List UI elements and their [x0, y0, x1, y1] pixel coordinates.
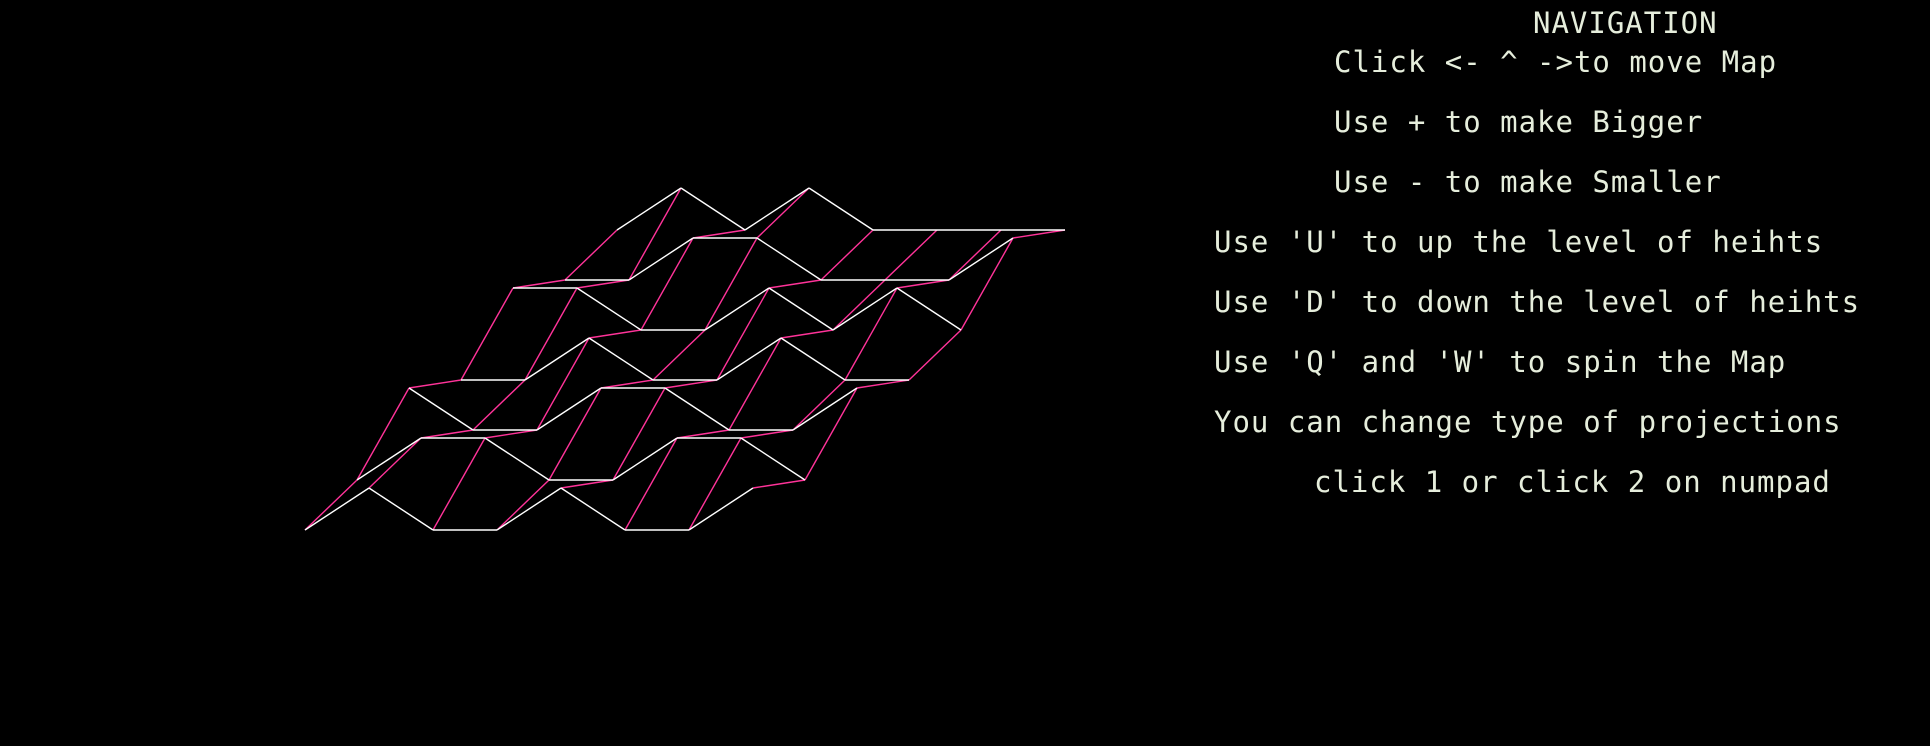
wireframe-row-edge: [756, 237, 822, 281]
wireframe-column-edge: [908, 329, 962, 381]
wireframe-column-edge: [780, 329, 834, 339]
wireframe-row-edge: [576, 287, 642, 331]
wireframe-column-edge: [420, 429, 474, 439]
wireframe-row-edge: [560, 487, 626, 531]
wireframe-row-edge: [832, 287, 898, 331]
help-move-map: Click <- ^ ->to move Map: [1334, 45, 1778, 79]
wireframe-column-edge: [884, 229, 938, 281]
map-viewport[interactable]: [0, 0, 1160, 746]
wireframe-row-edge: [740, 437, 806, 481]
wireframe-row-edge: [616, 187, 682, 231]
wireframe-row-edge: [688, 487, 754, 531]
wireframe-column-edge: [820, 229, 874, 281]
wireframe-column-edge: [460, 287, 514, 381]
wireframe-column-edge: [896, 279, 950, 289]
wireframe-row-edge: [792, 387, 858, 431]
wireframe-column-edge: [432, 437, 486, 531]
wireframe-column-edge: [728, 337, 782, 431]
wireframe-map: [304, 187, 1066, 531]
wireframe-column-edge: [600, 379, 654, 389]
wireframe-column-edge: [752, 479, 806, 489]
wireframe-row-edge: [664, 387, 730, 431]
wireframe-row-edge: [808, 187, 874, 231]
wireframe-column-edge: [564, 229, 618, 281]
wireframe-column-edge: [512, 279, 566, 289]
wireframe-row-edge: [368, 487, 434, 531]
wireframe-row-edge: [484, 437, 550, 481]
wireframe-column-edge: [524, 287, 578, 381]
wireframe-column-edge: [756, 187, 810, 239]
wireframe-column-edge: [548, 387, 602, 481]
wireframe-row-edge: [628, 237, 694, 281]
wireframe-column-edge: [768, 279, 822, 289]
wireframe-column-edge: [536, 337, 590, 431]
wireframe-row-edge: [780, 337, 846, 381]
navigation-title: NAVIGATION: [1533, 6, 1718, 40]
wireframe-column-edge: [640, 237, 694, 331]
wireframe-row-edge: [408, 387, 474, 431]
help-height-down: Use 'D' to down the level of heihts: [1214, 285, 1861, 319]
wireframe-column-edge: [804, 387, 858, 481]
help-numpad: click 1 or click 2 on numpad: [1314, 465, 1831, 499]
wireframe-column-edge: [856, 379, 910, 389]
wireframe-row-edge: [768, 287, 834, 331]
wireframe-column-edge: [628, 187, 682, 281]
wireframe-row-edge: [716, 337, 782, 381]
wireframe-column-edge: [960, 237, 1014, 331]
wireframe-column-edge: [560, 479, 614, 489]
wireframe-column-edge: [408, 379, 462, 389]
wireframe-row-edge: [612, 437, 678, 481]
wireframe-row-edge: [304, 487, 370, 531]
wireframe-column-edge: [844, 287, 898, 381]
wireframe-row-edge: [704, 287, 770, 331]
wireframe-column-edge: [304, 479, 358, 531]
wireframe-column-edge: [676, 429, 730, 439]
wireframe-column-edge: [664, 379, 718, 389]
wireframe-column-edge: [624, 437, 678, 531]
wireframe-row-edge: [496, 487, 562, 531]
help-zoom-out: Use - to make Smaller: [1334, 165, 1722, 199]
wireframe-column-edge: [588, 329, 642, 339]
wireframe-column-edge: [576, 279, 630, 289]
wireframe-column-edge: [496, 479, 550, 531]
wireframe-column-edge: [704, 237, 758, 331]
help-zoom-in: Use + to make Bigger: [1334, 105, 1704, 139]
wireframe-column-edge: [484, 429, 538, 439]
wireframe-row-edge: [356, 437, 422, 481]
fdf-window: NAVIGATION Click <- ^ ->to move Map Use …: [0, 0, 1930, 746]
wireframe-column-edge: [472, 379, 526, 431]
wireframe-row-edge: [896, 287, 962, 331]
help-projection: You can change type of projections: [1214, 405, 1842, 439]
wireframe-column-edge: [692, 229, 746, 239]
wireframe-column-edge: [1012, 229, 1066, 239]
wireframe-column-edge: [740, 429, 794, 439]
wireframe-row-edge: [536, 387, 602, 431]
wireframe-row-edge: [744, 187, 810, 231]
wireframe-column-edge: [612, 387, 666, 481]
wireframe-row-edge: [948, 237, 1014, 281]
wireframe-column-edge: [652, 329, 706, 381]
wireframe-row-edge: [524, 337, 590, 381]
wireframe-column-edge: [356, 387, 410, 481]
help-spin: Use 'Q' and 'W' to spin the Map: [1214, 345, 1787, 379]
wireframe-column-edge: [716, 287, 770, 381]
wireframe-row-edge: [680, 187, 746, 231]
help-height-up: Use 'U' to up the level of heihts: [1214, 225, 1824, 259]
wireframe-column-edge: [688, 437, 742, 531]
wireframe-row-edge: [588, 337, 654, 381]
